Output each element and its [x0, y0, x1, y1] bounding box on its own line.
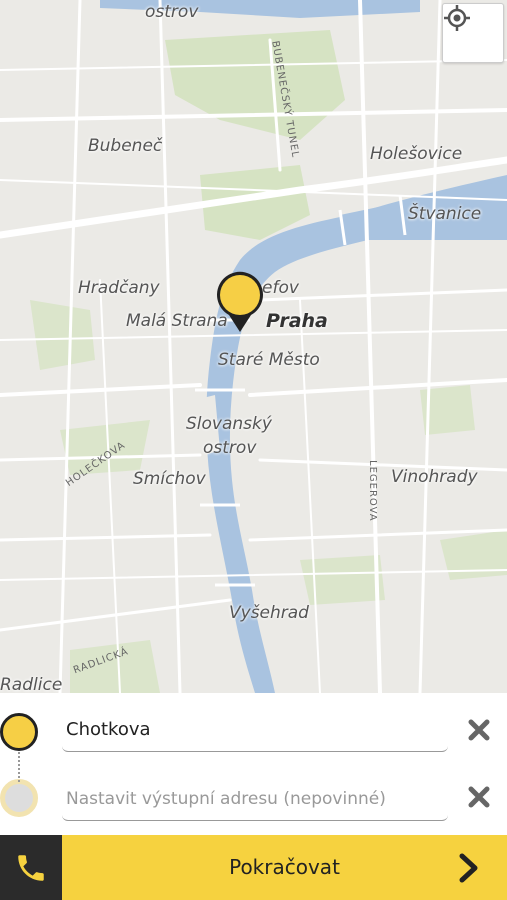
map-label-radlice: Radlice: [0, 675, 63, 693]
clear-destination-button[interactable]: [465, 783, 493, 811]
map-label-stvanice: Štvanice: [408, 204, 482, 224]
pickup-pin-icon[interactable]: [215, 270, 265, 334]
map-label-slovansky: Slovanský: [186, 414, 272, 434]
call-button[interactable]: [0, 835, 62, 900]
map-label-vinohrady: Vinohrady: [391, 467, 478, 487]
map-label-mala-strana: Malá Strana: [126, 311, 228, 331]
continue-label: Pokračovat: [229, 855, 340, 879]
pickup-row: Chotkova: [0, 708, 507, 768]
street-label-legerova: LEGEROVA: [367, 460, 378, 522]
destination-address-field[interactable]: Nastavit výstupní adresu (nepovinné): [62, 777, 448, 821]
continue-button[interactable]: Pokračovat: [62, 835, 507, 900]
locate-me-button[interactable]: [442, 3, 504, 63]
route-connector: [18, 752, 20, 782]
map-label-stare-mesto: Staré Město: [218, 350, 320, 370]
pickup-address-field[interactable]: Chotkova: [62, 708, 448, 752]
map-label-hradcany: Hradčany: [78, 278, 160, 298]
map-canvas: [0, 0, 507, 693]
map-view[interactable]: ostrov Bubeneč Holešovice Štvanice Hradč…: [0, 0, 507, 693]
destination-dot-icon: [0, 779, 38, 817]
map-label-smichov: Smíchov: [133, 469, 206, 489]
pickup-dot-icon: [0, 713, 38, 751]
close-icon: [468, 719, 490, 741]
route-panel: Chotkova Nastavit výstupní adresu (nepov…: [0, 693, 507, 835]
phone-icon: [18, 854, 44, 881]
crosshair-icon: [444, 5, 470, 31]
map-label-ostrov-top: ostrov: [145, 2, 199, 22]
destination-row: Nastavit výstupní adresu (nepovinné): [0, 777, 507, 837]
map-label-josefov: efov: [262, 278, 299, 298]
map-label-holesovice: Holešovice: [370, 144, 463, 164]
bottom-action-bar: Pokračovat: [0, 835, 507, 900]
chevron-right-icon: [459, 853, 478, 883]
map-label-ostrov: ostrov: [203, 438, 257, 458]
map-label-praha: Praha: [266, 310, 328, 332]
clear-pickup-button[interactable]: [465, 716, 493, 744]
map-label-vysehrad: Vyšehrad: [229, 603, 309, 623]
map-label-bubenec: Bubeneč: [88, 136, 163, 156]
close-icon: [468, 786, 490, 808]
